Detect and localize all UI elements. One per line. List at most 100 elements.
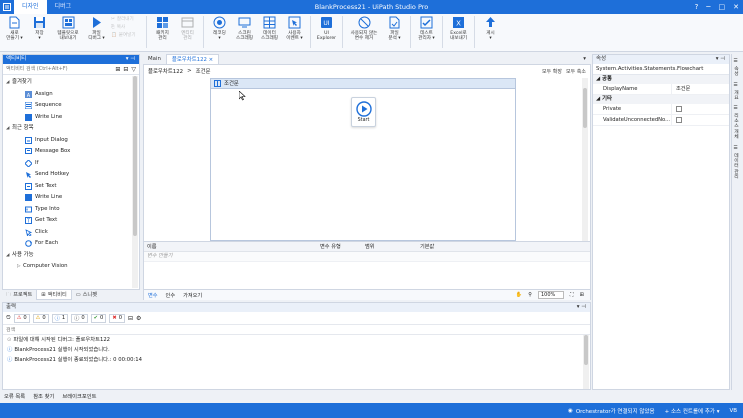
breadcrumb-item[interactable]: 플로우차트122	[148, 67, 183, 75]
side-tab-data-manager[interactable]: ☰ 데이터 관리	[732, 144, 739, 181]
data-scraping-button[interactable]: 데이터 스크래핑	[258, 16, 281, 41]
expand-all-icon[interactable]: ⊞	[115, 66, 120, 73]
pin-icon[interactable]: ▾ ⊣	[577, 303, 586, 312]
cut-button[interactable]: ✂ 잘라내기	[111, 16, 141, 24]
tree-item-message-box[interactable]: Message Box	[3, 146, 139, 158]
pin-icon[interactable]: ▾ ⊣	[716, 55, 725, 64]
tab-project[interactable]: 🗀 프로젝트	[2, 290, 36, 300]
filter-icon[interactable]: ▽	[131, 66, 136, 73]
create-variable-row[interactable]: 변수 만들기	[144, 252, 590, 262]
export-excel-button[interactable]: X Excel로 내보내기	[447, 16, 470, 41]
filter-critical[interactable]: ✖ 0	[109, 313, 125, 323]
zoom-icon[interactable]: ⚲	[528, 292, 532, 298]
tab-imports[interactable]: 가져오기	[179, 292, 206, 299]
tab-debug[interactable]: 디버그	[47, 0, 80, 14]
expand-all-link[interactable]: 모두 확장	[542, 68, 562, 75]
breadcrumb-item[interactable]: 조건문	[196, 67, 211, 75]
output-search-input[interactable]	[6, 326, 206, 333]
filter-warnings[interactable]: ⚠ 0	[32, 313, 49, 323]
displayname-field[interactable]: 조건문	[671, 84, 729, 94]
ui-explorer-button[interactable]: UI UI Explorer	[315, 16, 338, 41]
flowchart-header[interactable]: 조건문	[211, 79, 515, 89]
tree-item-for-each[interactable]: For Each	[3, 238, 139, 250]
tree-item-input-dialog[interactable]: Input Dialog	[3, 135, 139, 147]
activities-search-input[interactable]	[6, 65, 113, 73]
new-button[interactable]: 새로 만들기 ▾	[3, 16, 26, 41]
close-icon[interactable]: ✕	[733, 3, 739, 11]
tree-item-assign[interactable]: A Assign	[3, 89, 139, 101]
paste-button[interactable]: 📋 붙여넣기	[111, 32, 141, 40]
property-category[interactable]: ◢ 공통	[593, 75, 729, 84]
tree-item-type-into[interactable]: Type Into	[3, 204, 139, 216]
settings-icon[interactable]: ⚙	[136, 315, 141, 322]
tree-item-set-text[interactable]: Set Text	[3, 181, 139, 193]
output-scrollbar[interactable]	[583, 335, 589, 389]
add-to-source-control[interactable]: + 소스 컨트롤에 추가 ▾	[665, 407, 720, 415]
tree-item-computer-vision[interactable]: ▷ Computer Vision	[3, 261, 139, 273]
doc-tab-main[interactable]: Main	[143, 54, 166, 64]
publish-button[interactable]: 게시 ▾	[479, 16, 502, 41]
manage-packages-button[interactable]: 패키지 관리	[151, 16, 174, 41]
activities-scrollbar[interactable]	[132, 76, 138, 288]
filter-errors[interactable]: ⚠ 0	[13, 313, 30, 323]
tree-item-write-line[interactable]: Write Line	[3, 112, 139, 124]
pan-icon[interactable]: ✋	[516, 292, 522, 298]
test-manager-button[interactable]: 테스트 관리자 ▾	[415, 16, 438, 41]
side-tab-object-repo[interactable]: ☰ 리소스 개체	[732, 104, 739, 141]
file-menu-icon[interactable]	[0, 0, 14, 14]
recording-button[interactable]: 레코딩 ▾	[208, 16, 231, 41]
filter-info[interactable]: ⓘ 1	[51, 313, 69, 323]
screen-scraping-button[interactable]: 스크린 스크래핑	[233, 16, 256, 41]
tab-error-list[interactable]: 오류 목록	[0, 392, 29, 402]
validate-checkbox[interactable]	[676, 117, 682, 123]
tab-arguments[interactable]: 인수	[162, 292, 180, 299]
minimize-icon[interactable]: ─	[706, 3, 710, 11]
tree-item-sequence[interactable]: Sequence	[3, 100, 139, 112]
debug-file-button[interactable]: 파일 디버그 ▾	[85, 16, 108, 41]
side-tab-properties[interactable]: ☰ 속성	[732, 57, 739, 78]
output-line[interactable]: ⓘ BlankProcess21 실행이 시작되었습니다.	[3, 345, 590, 355]
doc-tab-flowchart[interactable]: 플로우차트122 ×	[165, 54, 220, 64]
filter-verbose[interactable]: ✔ 0	[90, 313, 107, 323]
tab-design[interactable]: 디자인	[14, 0, 47, 14]
save-button[interactable]: 저장 ▾	[28, 16, 51, 41]
tree-group-recent[interactable]: ◢ 최근 항목	[3, 123, 139, 135]
tab-activities[interactable]: ⊞ 액티비티	[36, 290, 72, 300]
collapse-all-link[interactable]: 모두 축소	[566, 68, 586, 75]
tree-group-available[interactable]: ◢ 사용 가능	[3, 250, 139, 262]
tab-breakpoints[interactable]: 브레이크포인트	[58, 392, 100, 402]
tree-item-send-hotkey[interactable]: Send Hotkey	[3, 169, 139, 181]
orchestrator-status[interactable]: ◉ Orchestrator가 연결되지 않았음	[568, 407, 655, 415]
flowchart-canvas[interactable]: 조건문 Start	[210, 78, 516, 241]
filter-trace[interactable]: ⓘ 0	[71, 313, 88, 323]
timestamp-icon[interactable]: ⏲	[6, 314, 11, 322]
pin-icon[interactable]: ▾ ⊣	[126, 55, 135, 64]
tab-snippets[interactable]: ▭ 스니펫	[72, 290, 101, 300]
scroll-thumb[interactable]	[583, 88, 587, 128]
help-icon[interactable]: ?	[695, 3, 699, 11]
tree-item-if[interactable]: If	[3, 158, 139, 170]
export-template-button[interactable]: 템플릿으로 내보내기	[53, 16, 83, 41]
tab-find-references[interactable]: 참조 찾기	[29, 392, 58, 402]
overview-icon[interactable]: ⊞	[580, 292, 584, 298]
user-events-button[interactable]: 사용자 이벤트 ▾	[283, 16, 306, 41]
tab-overflow-icon[interactable]: ▾	[578, 54, 591, 64]
remove-unused-variables-button[interactable]: 사용되지 않는 변수 제거	[347, 16, 381, 41]
side-tab-outline[interactable]: ☰ 개요	[732, 81, 739, 102]
tree-item-get-text[interactable]: T Get Text	[3, 215, 139, 227]
tab-variables[interactable]: 변수	[144, 292, 162, 299]
maximize-icon[interactable]: □	[719, 3, 726, 11]
clear-output-icon[interactable]: ⊟	[128, 315, 133, 322]
user-avatar[interactable]: VB	[729, 408, 737, 414]
output-line[interactable]: ⓘ BlankProcess21 실행이 종료되었습니다.: 0 00:00:14	[3, 355, 590, 365]
output-line[interactable]: ⊙ 파일에 대해 시작된 디버그: 플로우차트122	[3, 335, 590, 345]
private-checkbox[interactable]	[676, 106, 682, 112]
start-node[interactable]: Start	[351, 97, 376, 127]
tree-item-write-line[interactable]: Write Line	[3, 192, 139, 204]
scroll-thumb[interactable]	[584, 335, 588, 365]
scroll-thumb[interactable]	[133, 76, 137, 236]
manage-entities-button[interactable]: 엔티티 관리	[176, 16, 199, 41]
collapse-all-icon[interactable]: ⊟	[123, 66, 128, 73]
tree-group-favorites[interactable]: ◢ 즐겨찾기	[3, 77, 139, 89]
copy-button[interactable]: ⎘ 복사	[111, 24, 141, 32]
